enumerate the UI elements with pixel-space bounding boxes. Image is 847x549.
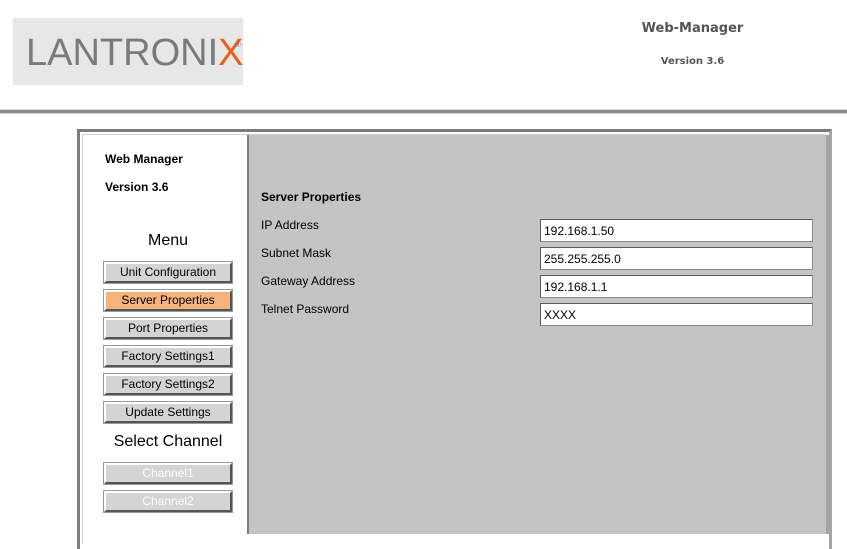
channel2-button[interactable]: Channel2	[103, 490, 233, 513]
unit-configuration-button[interactable]: Unit Configuration	[103, 261, 233, 284]
app-title: Web-Manager	[641, 21, 744, 36]
factory-settings1-button[interactable]: Factory Settings1	[103, 345, 233, 368]
select-channel-heading: Select Channel	[113, 433, 223, 450]
ip-address-label: IP Address	[261, 218, 319, 232]
subnet-mask-input[interactable]	[540, 247, 813, 270]
logo: LANTRONIX ®	[13, 18, 244, 85]
menu-heading: Menu	[147, 232, 189, 249]
factory-settings2-button[interactable]: Factory Settings2	[103, 373, 233, 396]
app-version: Version 3.6	[660, 56, 725, 67]
frame-right-edge	[826, 135, 829, 534]
telnet-password-input[interactable]	[540, 303, 813, 326]
sidebar-version: Version 3.6	[105, 180, 169, 194]
channel1-button[interactable]: Channel1	[103, 462, 233, 485]
ip-address-input[interactable]	[540, 219, 813, 242]
sidebar-title: Web Manager	[105, 152, 183, 166]
page-title: Server Properties	[261, 190, 362, 204]
server-properties-button[interactable]: Server Properties	[103, 289, 233, 312]
port-properties-button[interactable]: Port Properties	[103, 317, 233, 340]
update-settings-button[interactable]: Update Settings	[103, 401, 233, 424]
registered-mark: ®	[235, 40, 241, 49]
gateway-address-input[interactable]	[540, 275, 813, 298]
telnet-password-label: Telnet Password	[261, 302, 350, 316]
subnet-mask-label: Subnet Mask	[261, 246, 332, 260]
gateway-address-label: Gateway Address	[261, 274, 356, 288]
header-divider-shadow	[0, 113, 847, 114]
logo-wordmark: LANTRONIX	[26, 32, 244, 74]
